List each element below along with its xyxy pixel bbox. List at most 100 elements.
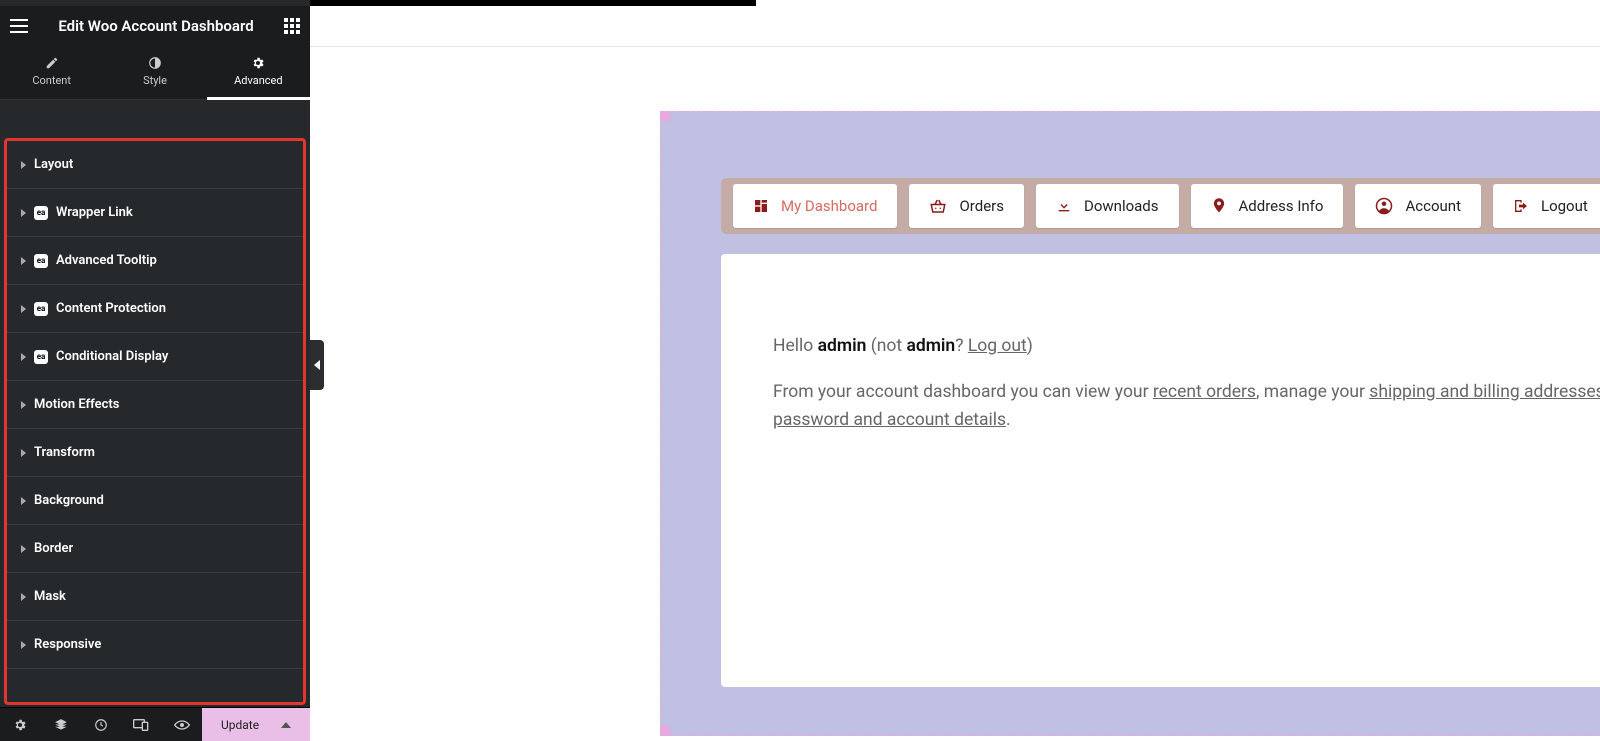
panel-layout[interactable]: Layout	[7, 141, 303, 189]
chevron-up-icon	[281, 722, 291, 728]
update-label: Update	[221, 718, 259, 732]
tab-account[interactable]: Account	[1355, 184, 1481, 228]
panel-label: Advanced Tooltip	[56, 253, 157, 268]
tab-label: Downloads	[1084, 197, 1159, 215]
text: )	[1027, 336, 1033, 356]
responsive-button[interactable]	[121, 708, 161, 741]
panel-border[interactable]: Border	[7, 525, 303, 573]
eye-icon	[174, 718, 190, 732]
editor-title: Edit Woo Account Dashboard	[28, 17, 284, 35]
panel-conditional-display[interactable]: ea Conditional Display	[7, 333, 303, 381]
panel-responsive[interactable]: Responsive	[7, 621, 303, 669]
ea-badge-icon: ea	[34, 350, 48, 364]
addresses-link[interactable]: shipping and billing addresses	[1369, 382, 1600, 402]
pencil-icon	[45, 56, 59, 70]
resize-handle[interactable]	[660, 726, 670, 736]
tab-orders[interactable]: Orders	[909, 184, 1024, 228]
tab-style[interactable]: Style	[103, 46, 206, 99]
chevron-right-icon	[21, 449, 26, 457]
panel-background[interactable]: Background	[7, 477, 303, 525]
chevron-right-icon	[21, 209, 26, 217]
navigator-button[interactable]	[40, 708, 80, 741]
widgets-grid-icon[interactable]	[284, 18, 300, 34]
text: ?	[955, 336, 968, 356]
ea-badge-icon: ea	[34, 254, 48, 268]
panel-label: Mask	[34, 589, 66, 604]
panel-label: Content Protection	[56, 301, 166, 316]
dashboard-icon	[753, 198, 769, 214]
text: .	[1006, 410, 1011, 430]
contrast-icon	[148, 56, 162, 70]
text: , manage your	[1256, 382, 1369, 402]
chevron-right-icon	[21, 401, 26, 409]
tab-content[interactable]: Content	[0, 46, 103, 99]
gear-icon	[251, 56, 265, 70]
username: admin	[906, 336, 955, 356]
tab-label: Account	[1405, 197, 1461, 215]
gear-icon	[13, 718, 27, 732]
logout-link[interactable]: Log out	[968, 336, 1027, 356]
tab-label: My Dashboard	[781, 197, 877, 215]
woo-account-tabs: My Dashboard Orders Downloads Address In…	[721, 178, 1600, 234]
tab-address-info[interactable]: Address Info	[1191, 184, 1344, 228]
section-container[interactable]: My Dashboard Orders Downloads Address In…	[660, 111, 1600, 736]
chevron-right-icon	[21, 257, 26, 265]
update-button[interactable]: Update	[202, 708, 310, 741]
basket-icon	[929, 198, 947, 214]
tab-advanced[interactable]: Advanced	[207, 46, 310, 99]
tab-label: Address Info	[1239, 197, 1324, 215]
panel-label: Transform	[34, 445, 95, 460]
panel-mask[interactable]: Mask	[7, 573, 303, 621]
user-icon	[1375, 197, 1393, 215]
editor-subnav: Content Style Advanced	[0, 46, 310, 100]
greeting-line: Hello admin (not admin? Log out)	[773, 332, 1600, 360]
location-icon	[1211, 197, 1227, 215]
panel-transform[interactable]: Transform	[7, 429, 303, 477]
dashboard-intro: From your account dashboard you can view…	[773, 378, 1600, 434]
sidebar-footer: Update	[0, 707, 310, 741]
text: Hello	[773, 336, 818, 356]
panel-wrapper-link[interactable]: ea Wrapper Link	[7, 189, 303, 237]
chevron-right-icon	[21, 497, 26, 505]
sidebar-header: Edit Woo Account Dashboard	[0, 6, 310, 46]
resize-handle[interactable]	[660, 111, 670, 121]
history-button[interactable]	[81, 708, 121, 741]
download-icon	[1056, 198, 1072, 214]
ea-badge-icon: ea	[34, 206, 48, 220]
tab-my-dashboard[interactable]: My Dashboard	[733, 184, 897, 228]
panel-label: Layout	[34, 157, 73, 172]
chevron-right-icon	[21, 353, 26, 361]
panel-label: Responsive	[34, 637, 101, 652]
logout-icon	[1513, 198, 1529, 214]
editor-canvas: My Dashboard Orders Downloads Address In…	[310, 46, 1600, 741]
tab-downloads[interactable]: Downloads	[1036, 184, 1179, 228]
dashboard-content: Hello admin (not admin? Log out) From yo…	[721, 254, 1600, 687]
tab-label: Logout	[1541, 197, 1588, 215]
chevron-right-icon	[21, 593, 26, 601]
panel-label: Wrapper Link	[56, 205, 133, 220]
menu-icon[interactable]	[10, 19, 28, 33]
chevron-left-icon	[314, 360, 320, 370]
layers-icon	[54, 718, 68, 732]
text: (not	[866, 336, 906, 356]
panel-label: Motion Effects	[34, 397, 119, 412]
panel-label: Conditional Display	[56, 349, 168, 364]
elementor-sidebar: Edit Woo Account Dashboard Content Style…	[0, 0, 310, 741]
recent-orders-link[interactable]: recent orders	[1153, 382, 1256, 402]
panel-content-protection[interactable]: eaContent Protection	[7, 285, 303, 333]
panel-advanced-tooltip[interactable]: ea Advanced Tooltip	[7, 237, 303, 285]
panel-motion-effects[interactable]: Motion Effects	[7, 381, 303, 429]
tab-logout[interactable]: Logout	[1493, 184, 1600, 228]
tab-label: Advanced	[234, 74, 282, 87]
chevron-right-icon	[21, 545, 26, 553]
panel-label: Border	[34, 541, 73, 556]
panel-collapse-handle[interactable]	[310, 340, 324, 390]
advanced-panels: Layout ea Wrapper Link ea Advanced Tooltip…	[4, 138, 306, 705]
username: admin	[818, 336, 867, 356]
chevron-right-icon	[21, 641, 26, 649]
chevron-right-icon	[21, 305, 26, 313]
chevron-right-icon	[21, 161, 26, 169]
preview-button[interactable]	[162, 708, 202, 741]
settings-button[interactable]	[0, 708, 40, 741]
devices-icon	[133, 718, 149, 732]
